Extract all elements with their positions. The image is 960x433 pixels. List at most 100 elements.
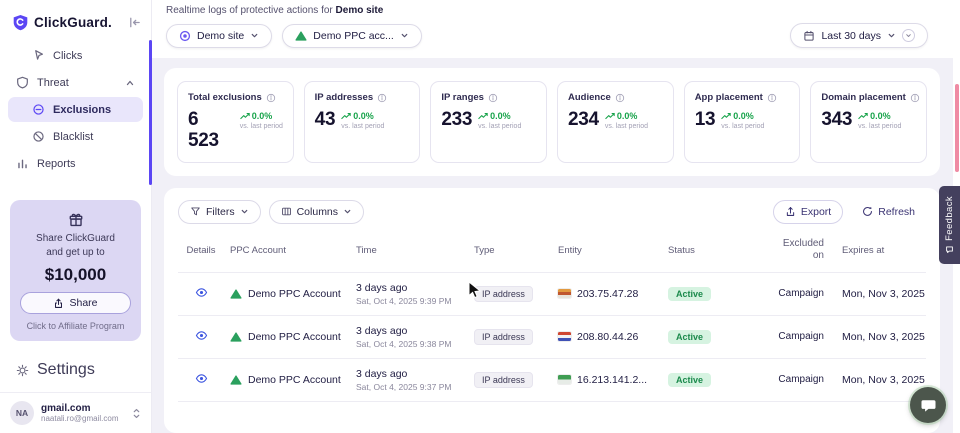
- user-email: naatali.ro@gmail.com: [41, 414, 125, 423]
- view-details-icon[interactable]: [195, 330, 208, 341]
- sidebar-nav: Clicks Threat Exclusions Blacklist: [0, 41, 151, 178]
- sidebar-item-label: Clicks: [53, 50, 82, 62]
- col-header-expires-at: Expires at: [836, 245, 926, 256]
- expires-at-value: Mon, Nov 3, 2025: [836, 374, 926, 386]
- status-badge: Active: [668, 373, 711, 387]
- gear-icon: [16, 364, 29, 377]
- gift-icon: [20, 212, 131, 228]
- account-switcher[interactable]: NA gmail.com naatali.ro@gmail.com: [0, 392, 151, 433]
- stat-period: vs. last period: [240, 123, 283, 130]
- col-header-entity: Entity: [552, 245, 662, 256]
- refresh-button[interactable]: Refresh: [851, 201, 926, 223]
- country-flag-icon: [558, 289, 571, 298]
- table-header-row: Details PPC Account Time Type Entity Sta…: [178, 238, 926, 273]
- date-range-label: Last 30 days: [821, 30, 881, 42]
- page-subtitle: Realtime logs of protective actions for …: [166, 5, 944, 16]
- sidebar-item-clicks[interactable]: Clicks: [8, 43, 143, 68]
- brand-name: ClickGuard.: [34, 15, 112, 30]
- stat-delta: 0.0%: [353, 111, 374, 121]
- feedback-tab-label: Feedback: [944, 196, 955, 241]
- columns-button[interactable]: Columns: [269, 200, 364, 224]
- info-icon[interactable]: [266, 93, 276, 103]
- table-row[interactable]: Demo PPC Account 3 days agoSat, Oct 4, 2…: [178, 359, 926, 402]
- col-header-details: Details: [178, 245, 224, 256]
- stat-label: Total exclusions: [188, 92, 262, 103]
- columns-icon: [281, 206, 292, 217]
- sidebar-item-blacklist[interactable]: Blacklist: [8, 124, 143, 149]
- sidebar-item-settings[interactable]: Settings: [8, 355, 143, 385]
- stat-period: vs. last period: [605, 123, 648, 130]
- share-button-label: Share: [69, 297, 97, 309]
- chevron-down-icon: [250, 31, 259, 40]
- chat-widget-button[interactable]: [910, 387, 946, 423]
- ppc-account-name: Demo PPC Account: [248, 374, 341, 386]
- stat-value: 43: [315, 110, 336, 131]
- google-ads-icon: [230, 374, 242, 386]
- calendar-icon: [803, 30, 815, 42]
- sidebar-item-reports[interactable]: Reports: [8, 151, 143, 176]
- filters-button[interactable]: Filters: [178, 200, 261, 224]
- export-icon: [785, 206, 796, 217]
- google-ads-icon: [230, 331, 242, 343]
- col-header-time: Time: [350, 245, 468, 256]
- stat-delta: 0.0%: [252, 111, 273, 121]
- affiliate-program-link[interactable]: Click to Affiliate Program: [20, 321, 131, 331]
- stat-card-total-exclusions: Total exclusions 6 523 0.0% vs. last per…: [177, 81, 294, 163]
- country-flag-icon: [558, 375, 571, 384]
- stat-delta: 0.0%: [870, 111, 891, 121]
- time-relative: 3 days ago: [356, 325, 468, 337]
- ppc-account-filter-chip[interactable]: Demo PPC acc...: [282, 24, 422, 48]
- stat-card-domain-placement: Domain placement 343 0.0% vs. last perio…: [810, 81, 927, 163]
- sidebar-item-label: Exclusions: [53, 104, 111, 116]
- status-badge: Active: [668, 287, 711, 301]
- time-absolute: Sat, Oct 4, 2025 9:39 PM: [356, 296, 468, 306]
- info-icon[interactable]: [377, 93, 387, 103]
- sidebar-item-label: Blacklist: [53, 131, 93, 143]
- time-absolute: Sat, Oct 4, 2025 9:37 PM: [356, 382, 468, 392]
- export-button-label: Export: [801, 206, 831, 218]
- promo-message: Share ClickGuard and get up to: [29, 232, 122, 259]
- feedback-tab[interactable]: Feedback: [939, 186, 960, 264]
- time-relative: 3 days ago: [356, 282, 468, 294]
- user-name: gmail.com: [41, 403, 125, 414]
- excluded-on-value: Campaign: [762, 331, 836, 342]
- sidebar-scrollbar[interactable]: [149, 40, 152, 185]
- shield-icon: [16, 76, 29, 89]
- date-range-expand-icon[interactable]: [902, 29, 915, 42]
- export-button[interactable]: Export: [773, 200, 843, 224]
- stat-label: Audience: [568, 92, 611, 103]
- main-area: Realtime logs of protective actions for …: [152, 0, 960, 433]
- stat-value: 233: [441, 110, 472, 131]
- cursor-click-icon: [32, 49, 45, 62]
- info-icon[interactable]: [615, 93, 625, 103]
- view-details-icon[interactable]: [195, 373, 208, 384]
- sidebar-collapse-icon[interactable]: [128, 16, 141, 29]
- table-row[interactable]: Demo PPC Account 3 days agoSat, Oct 4, 2…: [178, 316, 926, 359]
- site-filter-label: Demo site: [197, 30, 244, 42]
- info-icon[interactable]: [910, 93, 920, 103]
- site-filter-chip[interactable]: Demo site: [166, 24, 272, 48]
- sidebar-item-exclusions[interactable]: Exclusions: [8, 97, 143, 122]
- date-range-chip[interactable]: Last 30 days: [790, 23, 928, 48]
- view-details-icon[interactable]: [195, 287, 208, 298]
- type-badge: IP address: [474, 372, 533, 388]
- sidebar-item-threat[interactable]: Threat: [8, 70, 143, 95]
- col-header-type: Type: [468, 245, 552, 256]
- table-toolbar: Filters Columns Export Refresh: [178, 200, 926, 224]
- logo-row: ClickGuard.: [0, 0, 151, 41]
- status-badge: Active: [668, 330, 711, 344]
- page-scrollbar-thumb[interactable]: [955, 84, 959, 172]
- filter-chips-row: Demo site Demo PPC acc... Last 30 days: [166, 23, 944, 48]
- sidebar: ClickGuard. Clicks Threat Exclusions: [0, 0, 152, 433]
- chevron-up-icon: [125, 78, 135, 88]
- subtitle-text: Realtime logs of protective actions for: [166, 5, 333, 16]
- funnel-icon: [190, 206, 201, 217]
- share-button[interactable]: Share: [20, 292, 131, 314]
- table-row[interactable]: Demo PPC Account 3 days agoSat, Oct 4, 2…: [178, 273, 926, 316]
- sidebar-item-label: Reports: [37, 158, 76, 170]
- info-icon[interactable]: [767, 93, 777, 103]
- entity-value: 203.75.47.28: [577, 288, 638, 300]
- info-icon[interactable]: [488, 93, 498, 103]
- stat-period: vs. last period: [341, 123, 384, 130]
- minus-circle-icon: [32, 103, 45, 116]
